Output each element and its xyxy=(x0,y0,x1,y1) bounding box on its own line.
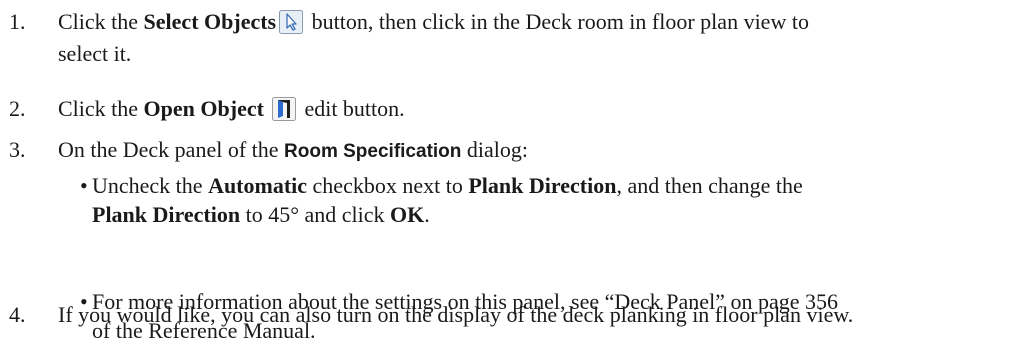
select-objects-label: Select Objects xyxy=(143,9,277,34)
bullet-automatic-checkbox: • Uncheck the Automatic checkbox next to … xyxy=(80,171,1019,229)
bullet-text: checkbox next to xyxy=(307,173,469,198)
step-4: 4. If you would like, you can also turn … xyxy=(9,299,999,331)
step-number: 2. xyxy=(9,96,26,121)
step-number: 3. xyxy=(9,137,26,162)
plank-direction-label: Plank Direction xyxy=(92,202,241,227)
bullet-text: . xyxy=(424,202,430,227)
step-2: 2. Click the Open Object edit button. xyxy=(9,93,999,125)
bullet-text: Uncheck the xyxy=(92,173,209,198)
step-text: edit button. xyxy=(298,96,405,121)
step-1: 1. Click the Select Objects button, then… xyxy=(9,6,999,70)
step-text: On the Deck panel of the xyxy=(58,137,285,162)
bullet-text: to 45° and click xyxy=(240,202,391,227)
step-text: dialog: xyxy=(461,137,528,162)
step-text-continued: select it. xyxy=(58,41,132,66)
automatic-label: Automatic xyxy=(208,173,308,198)
open-object-label: Open Object xyxy=(143,96,264,121)
step-3: 3. On the Deck panel of the Room Specifi… xyxy=(9,134,999,168)
open-object-door-icon xyxy=(271,97,296,121)
plank-direction-label: Plank Direction xyxy=(468,173,617,198)
step-text: button, then click in the Deck room in f… xyxy=(306,9,809,34)
step-text: If you would like, you can also turn on … xyxy=(58,302,854,327)
step-number: 4. xyxy=(9,302,26,327)
select-objects-arrow-icon xyxy=(279,10,304,34)
bullet-dot: • xyxy=(80,173,88,198)
step-text: Click the xyxy=(58,9,144,34)
step-number: 1. xyxy=(9,9,26,34)
room-specification-label: Room Specification xyxy=(284,141,462,162)
ok-label: OK xyxy=(390,202,425,227)
bullet-text: , and then change the xyxy=(616,173,803,198)
step-text: Click the xyxy=(58,96,144,121)
